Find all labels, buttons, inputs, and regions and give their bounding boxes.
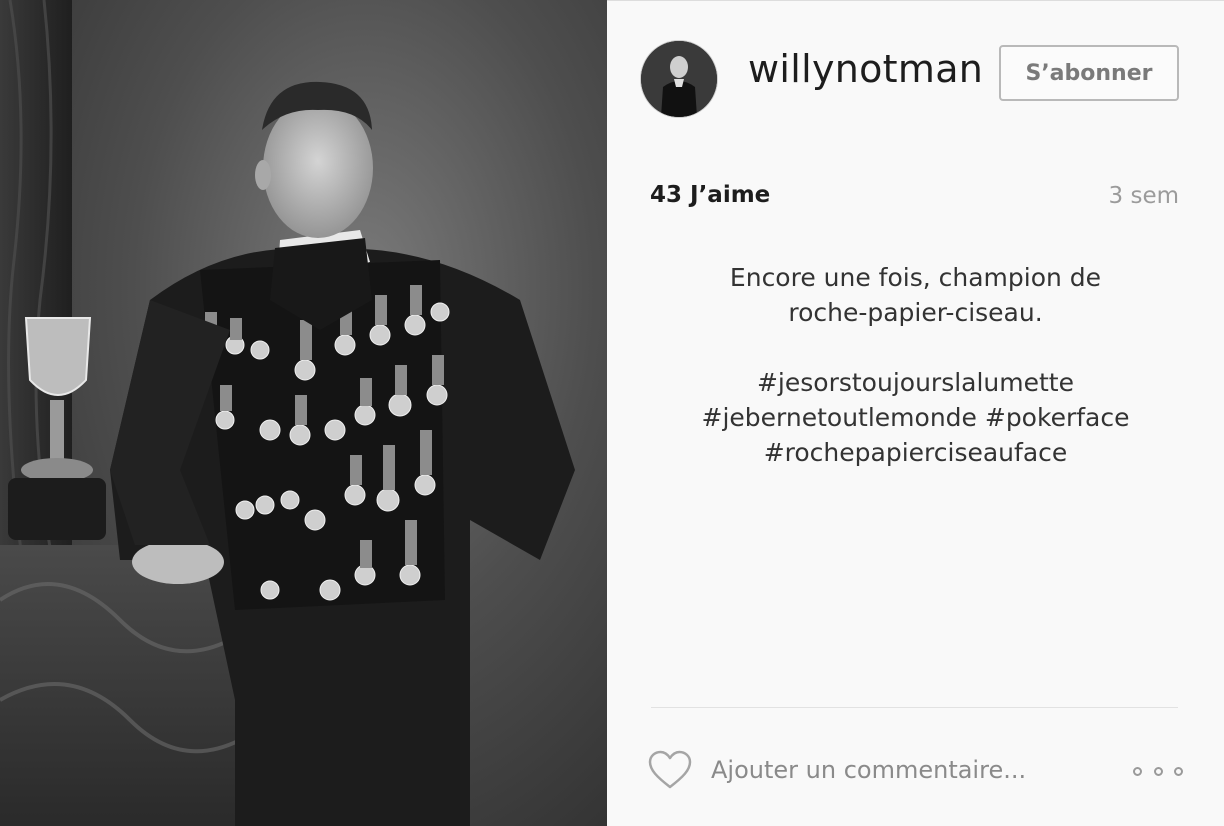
post-viewer: willynotman S’abonner 43 J’aime 3 sem En… bbox=[0, 0, 1224, 826]
photo-illustration bbox=[0, 0, 575, 826]
likes-count[interactable]: 43 J’aime bbox=[650, 182, 770, 208]
hashtag-line[interactable]: #jebernetoutlemonde #pokerface bbox=[647, 400, 1184, 435]
dot-icon bbox=[1133, 766, 1142, 776]
post-caption: Encore une fois, champion de roche-papie… bbox=[647, 260, 1184, 470]
avatar[interactable] bbox=[641, 41, 717, 117]
post-header: willynotman S’abonner bbox=[607, 1, 1224, 156]
post-details-panel: willynotman S’abonner 43 J’aime 3 sem En… bbox=[607, 0, 1224, 826]
comment-input[interactable] bbox=[711, 747, 1111, 793]
post-timestamp[interactable]: 3 sem bbox=[1109, 183, 1179, 209]
dot-icon bbox=[1153, 766, 1163, 776]
username-link[interactable]: willynotman bbox=[748, 47, 983, 91]
avatar-image bbox=[641, 41, 717, 117]
dot-icon bbox=[1174, 766, 1183, 776]
caption-line: roche-papier-ciseau. bbox=[788, 298, 1043, 327]
hashtag-line[interactable]: #rochepapierciseauface bbox=[647, 435, 1184, 470]
divider bbox=[651, 707, 1178, 708]
hashtag-line[interactable]: #jesorstoujourslalumette bbox=[647, 365, 1184, 400]
more-options-icon[interactable] bbox=[1133, 761, 1183, 781]
heart-icon[interactable] bbox=[647, 749, 693, 791]
caption-line: Encore une fois, champion de bbox=[729, 263, 1102, 292]
post-photo[interactable] bbox=[0, 0, 607, 826]
follow-button[interactable]: S’abonner bbox=[999, 45, 1179, 101]
